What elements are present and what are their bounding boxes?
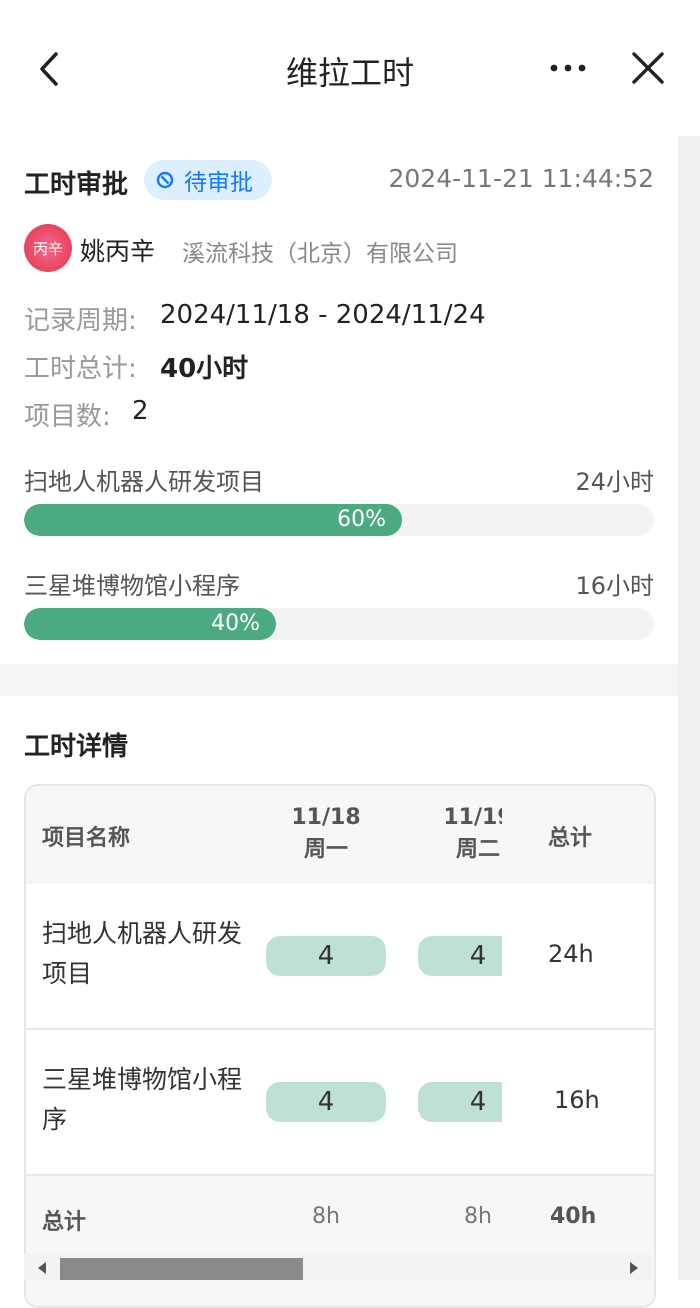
avatar: 丙辛: [24, 224, 72, 272]
table-row: 三星堆博物馆小程序 4 4 16h: [26, 1030, 654, 1176]
footer-label: 总计: [42, 1210, 87, 1235]
hours-cell[interactable]: 4: [418, 936, 502, 976]
col-date-weekday: 周二: [455, 837, 500, 862]
progress-bar: 60%: [24, 504, 654, 536]
hours-cell-clip: 4: [418, 936, 502, 976]
footer-day-total: 8h: [312, 1204, 340, 1229]
count-value: 2: [132, 396, 149, 426]
status-badge: 待审批: [144, 160, 272, 200]
row-project-name: 三星堆博物馆小程序: [42, 1065, 243, 1134]
count-label: 项目数:: [24, 402, 111, 432]
details-title: 工时详情: [24, 732, 129, 762]
footer-day-total: 8h: [464, 1204, 492, 1229]
hours-cell[interactable]: 4: [418, 1082, 502, 1122]
avatar-text: 丙辛: [32, 239, 63, 258]
hours-cell[interactable]: 4: [266, 1082, 386, 1122]
progress-fill: 60%: [24, 504, 402, 536]
hours-cell-clip: 4: [418, 1082, 502, 1122]
submit-timestamp: 2024-11-21 11:44:52: [388, 164, 654, 193]
progress-bar: 40%: [24, 608, 654, 640]
period-label: 记录周期:: [24, 306, 137, 336]
progress-fill: 40%: [24, 608, 276, 640]
col-date-clip: 11/19 周二: [418, 802, 502, 872]
period-value: 2024/11/18 - 2024/11/24: [160, 300, 486, 330]
total-label: 工时总计:: [24, 354, 137, 384]
section-divider: [0, 664, 678, 696]
project-hours: 24小时: [575, 468, 654, 496]
project-name: 扫地人机器人研发项目: [24, 468, 264, 496]
company-name: 溪流科技（北京）有限公司: [182, 241, 458, 267]
ellipsis-icon[interactable]: [548, 58, 588, 78]
hours-cell[interactable]: 4: [266, 936, 386, 976]
scroll-gutter: [678, 136, 700, 1280]
col-date-day: 11/19: [443, 805, 502, 830]
progress-percent: 40%: [211, 611, 260, 636]
pending-icon: [156, 171, 174, 189]
user-name: 姚丙辛: [80, 237, 156, 266]
project-name: 三星堆博物馆小程序: [24, 572, 240, 600]
col-date-weekday: 周一: [303, 837, 348, 862]
row-total: 16h: [554, 1086, 600, 1114]
project-hours: 16小时: [575, 572, 654, 600]
hours-table[interactable]: 项目名称 11/18 周一 11/19 周二 总计 扫地人机器人研发项目 4 4…: [24, 784, 656, 1308]
scroll-left-icon[interactable]: [38, 1262, 46, 1274]
col-date: 11/19 周二: [418, 802, 502, 866]
table-header: 项目名称 11/18 周一 11/19 周二 总计: [26, 786, 654, 886]
row-total: 24h: [548, 940, 594, 968]
table-footer: 总计 8h 8h 40h: [26, 1176, 654, 1306]
scrollbar-thumb[interactable]: [60, 1258, 303, 1280]
table-row: 扫地人机器人研发项目 4 4 24h: [26, 884, 654, 1030]
approval-title: 工时审批: [24, 170, 129, 200]
col-date: 11/18 周一: [266, 802, 386, 866]
col-date-day: 11/18: [291, 805, 361, 830]
close-icon[interactable]: [630, 50, 666, 86]
total-value: 40小时: [160, 354, 249, 384]
row-project-name: 扫地人机器人研发项目: [42, 919, 243, 988]
footer-grand-total: 40h: [550, 1204, 597, 1229]
col-total: 总计: [548, 826, 593, 851]
page-title: 维拉工时: [285, 54, 414, 92]
col-project-name: 项目名称: [42, 826, 131, 851]
status-text: 待审批: [184, 170, 253, 196]
app-header: 维拉工时: [0, 0, 700, 136]
horizontal-scrollbar[interactable]: [24, 1254, 652, 1280]
scroll-right-icon[interactable]: [630, 1262, 638, 1274]
progress-percent: 60%: [337, 507, 386, 532]
